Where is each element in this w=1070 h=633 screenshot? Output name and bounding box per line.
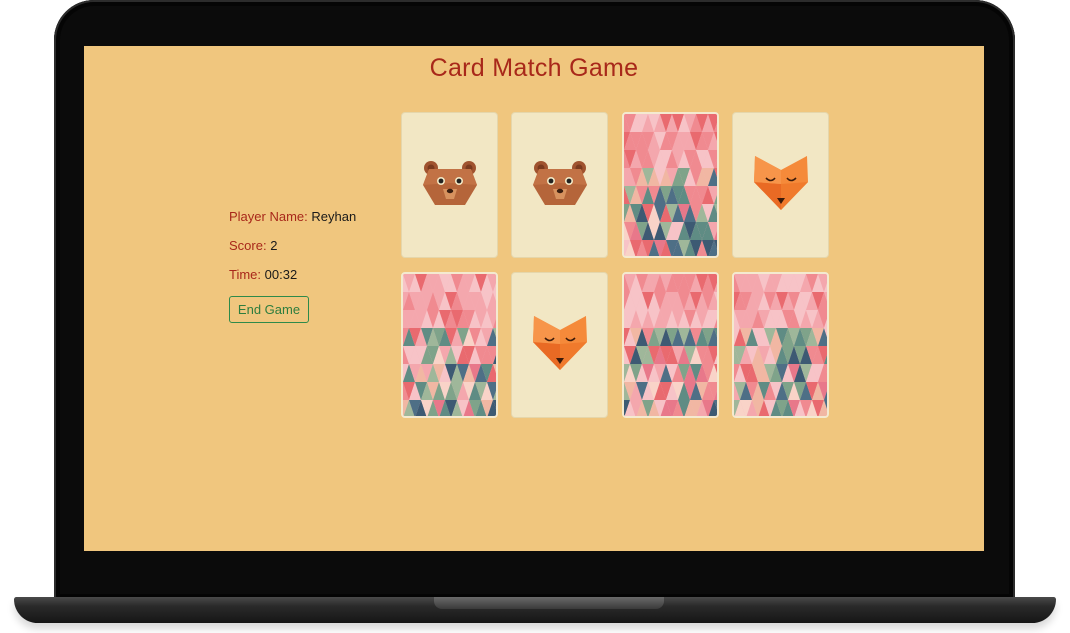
player-name-value: Reyhan bbox=[311, 209, 357, 224]
score-value: 2 bbox=[270, 238, 278, 253]
time-row: Time: 00:32 bbox=[229, 267, 399, 296]
card-face-down[interactable] bbox=[622, 112, 719, 258]
player-name-row: Player Name: Reyhan bbox=[229, 209, 399, 238]
score-row: Score: 2 bbox=[229, 238, 399, 267]
score-label: Score: bbox=[229, 238, 267, 253]
info-panel: Player Name: Reyhan Score: 2 Time: 00:32… bbox=[229, 209, 399, 323]
bear-icon bbox=[531, 159, 589, 212]
card-face-down[interactable] bbox=[401, 272, 498, 418]
page-title: Card Match Game bbox=[429, 54, 639, 82]
time-label: Time: bbox=[229, 267, 262, 282]
game-screen: Card Match Game Player Name: Reyhan Scor… bbox=[84, 46, 984, 551]
fox-icon bbox=[752, 154, 810, 217]
card-bear-face-up[interactable] bbox=[511, 112, 608, 258]
card-back-pattern bbox=[403, 274, 496, 416]
laptop-notch bbox=[434, 597, 664, 609]
time-value: 00:32 bbox=[264, 267, 298, 282]
bear-icon bbox=[421, 159, 479, 212]
laptop-base bbox=[14, 597, 1056, 623]
card-back-pattern bbox=[734, 274, 827, 416]
fox-icon bbox=[531, 314, 589, 377]
card-fox-face-up[interactable] bbox=[511, 272, 608, 418]
card-fox-face-up[interactable] bbox=[732, 112, 829, 258]
card-back-pattern bbox=[624, 274, 717, 416]
card-face-down[interactable] bbox=[732, 272, 829, 418]
end-game-button[interactable]: End Game bbox=[229, 296, 309, 323]
card-back-pattern bbox=[624, 114, 717, 256]
card-bear-face-up[interactable] bbox=[401, 112, 498, 258]
card-face-down[interactable] bbox=[622, 272, 719, 418]
player-name-label: Player Name: bbox=[229, 209, 308, 224]
